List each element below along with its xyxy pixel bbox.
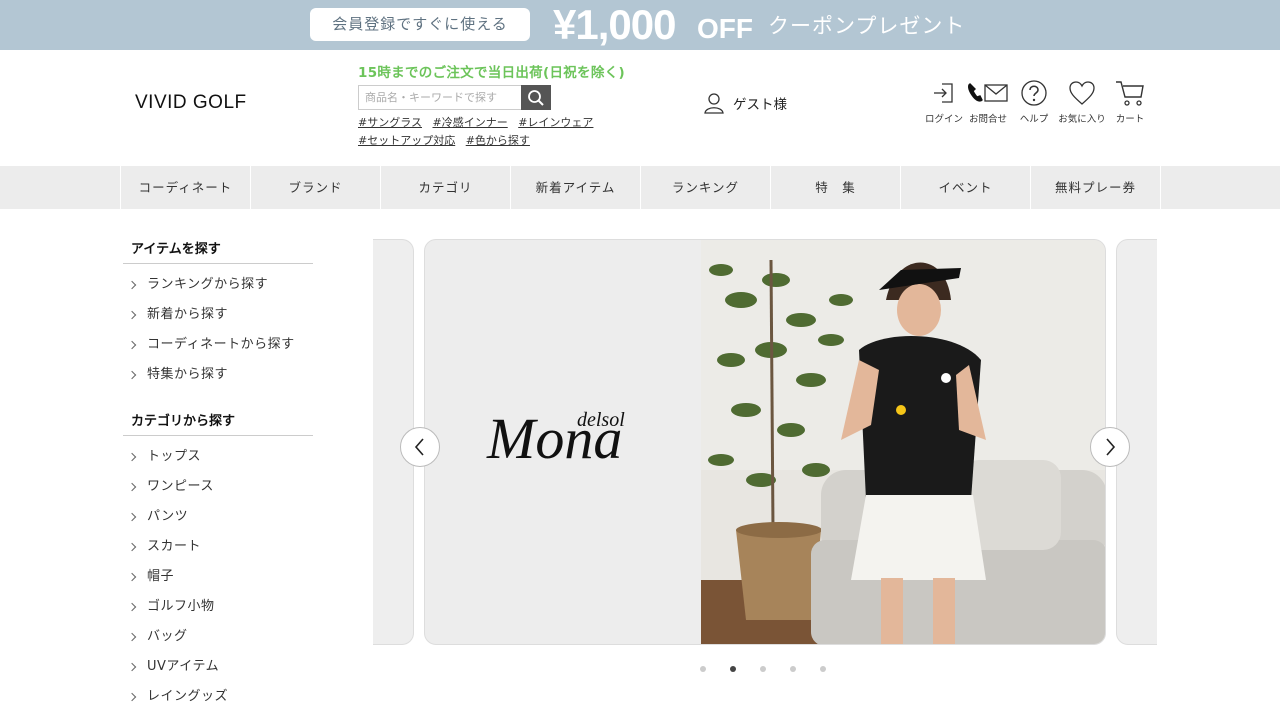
cart-button[interactable]: カート xyxy=(1112,78,1148,125)
tag-link[interactable]: #レインウェア xyxy=(518,116,593,129)
header-icons: ログイン お問合せ ヘルプ お気に入り カート xyxy=(925,78,1148,125)
user-icon xyxy=(704,93,724,114)
sidebar-item-bag[interactable]: バッグ xyxy=(123,622,313,652)
sidebar-item-golf-goods[interactable]: ゴルフ小物 xyxy=(123,592,313,622)
sidebar-item-uv[interactable]: UVアイテム xyxy=(123,652,313,682)
guest-account[interactable]: ゲスト様 xyxy=(703,92,787,114)
sidebar-item-pants[interactable]: パンツ xyxy=(123,502,313,532)
sidebar-heading-items: アイテムを探す xyxy=(123,238,313,264)
tag-link[interactable]: #サングラス xyxy=(358,116,422,129)
promo-off: OFF xyxy=(697,13,753,44)
sidebar-item-ranking[interactable]: ランキングから探す xyxy=(123,270,313,300)
sidebar-item-new[interactable]: 新着から探す xyxy=(123,300,313,330)
cart-label: カート xyxy=(1115,114,1145,125)
search-button[interactable] xyxy=(521,85,551,110)
tag-links: #サングラス #冷感インナー #レインウェア #セットアップ対応 #色から探す xyxy=(358,114,688,150)
sidebar-heading-category: カテゴリから探す xyxy=(123,410,313,436)
login-icon xyxy=(934,83,953,103)
guest-label: ゲスト様 xyxy=(733,97,787,113)
carousel-dot[interactable] xyxy=(760,666,766,672)
help-button[interactable]: ヘルプ xyxy=(1016,78,1052,125)
sidebar-item-feature[interactable]: 特集から探す xyxy=(123,360,313,390)
search-input[interactable] xyxy=(358,85,522,110)
sidebar-item-hat[interactable]: 帽子 xyxy=(123,562,313,592)
tag-link[interactable]: #冷感インナー xyxy=(433,116,508,129)
model-photo xyxy=(701,240,1105,644)
favorites-label: お気に入り xyxy=(1058,114,1106,125)
carousel-dot[interactable] xyxy=(790,666,796,672)
help-label: ヘルプ xyxy=(1019,114,1049,125)
nav-item-coordinate[interactable]: コーディネート xyxy=(121,166,251,209)
carousel-slide-active[interactable]: Mona delsol xyxy=(424,239,1106,645)
sidebar: アイテムを探す ランキングから探す 新着から探す コーディネートから探す 特集か… xyxy=(123,238,313,712)
sidebar-item-rain[interactable]: レイングッズ xyxy=(123,682,313,712)
brand-logo-sub: delsol xyxy=(577,409,625,431)
global-nav: コーディネート ブランド カテゴリ 新着アイテム ランキング 特 集 イベント … xyxy=(0,166,1280,209)
carousel-next-button[interactable] xyxy=(1090,427,1130,467)
tag-link[interactable]: #色から探す xyxy=(466,134,530,147)
tag-link[interactable]: #セットアップ対応 xyxy=(358,134,455,147)
nav-item-feature[interactable]: 特 集 xyxy=(771,166,901,209)
search-icon xyxy=(528,89,544,106)
nav-item-free-play[interactable]: 無料プレー券 xyxy=(1031,166,1161,209)
sidebar-item-onepiece[interactable]: ワンピース xyxy=(123,472,313,502)
sidebar-item-tops[interactable]: トップス xyxy=(123,442,313,472)
brand-logo: Mona delsol xyxy=(486,406,625,470)
contact-icon xyxy=(967,83,1008,102)
chevron-right-icon xyxy=(1106,438,1116,456)
nav-item-new[interactable]: 新着アイテム xyxy=(511,166,641,209)
nav-item-event[interactable]: イベント xyxy=(901,166,1031,209)
contact-button[interactable]: お問合せ xyxy=(960,78,1016,125)
promo-pill[interactable]: 会員登録ですぐに使える xyxy=(310,8,530,41)
help-icon xyxy=(1021,80,1047,106)
sidebar-item-skirt[interactable]: スカート xyxy=(123,532,313,562)
heart-icon xyxy=(1069,81,1095,105)
shipping-notice: 15時までのご注文で当日出荷(日祝を除く) xyxy=(358,65,625,81)
sidebar-item-coordinate[interactable]: コーディネートから探す xyxy=(123,330,313,360)
search-box xyxy=(358,85,551,110)
promo-banner[interactable]: 会員登録ですぐに使える ¥1,000 OFF クーポンプレゼント xyxy=(0,0,1280,50)
favorites-button[interactable]: お気に入り xyxy=(1052,78,1112,125)
promo-amount: ¥1,000 xyxy=(553,1,676,48)
nav-item-brand[interactable]: ブランド xyxy=(251,166,381,209)
chevron-left-icon xyxy=(414,438,424,456)
carousel-dot[interactable] xyxy=(700,666,706,672)
promo-text: クーポンプレゼント xyxy=(768,14,966,38)
contact-label: お問合せ xyxy=(968,114,1007,125)
login-label: ログイン xyxy=(925,114,964,125)
nav-item-ranking[interactable]: ランキング xyxy=(641,166,771,209)
carousel-prev-button[interactable] xyxy=(400,427,440,467)
carousel-dots xyxy=(700,666,826,672)
nav-item-category[interactable]: カテゴリ xyxy=(381,166,511,209)
hero-carousel: Mona delsol xyxy=(373,239,1157,645)
login-button[interactable]: ログイン xyxy=(925,78,964,125)
cart-icon xyxy=(1116,81,1144,106)
carousel-dot[interactable] xyxy=(730,666,736,672)
carousel-dot[interactable] xyxy=(820,666,826,672)
site-logo[interactable]: VIVID GOLF xyxy=(135,92,247,114)
